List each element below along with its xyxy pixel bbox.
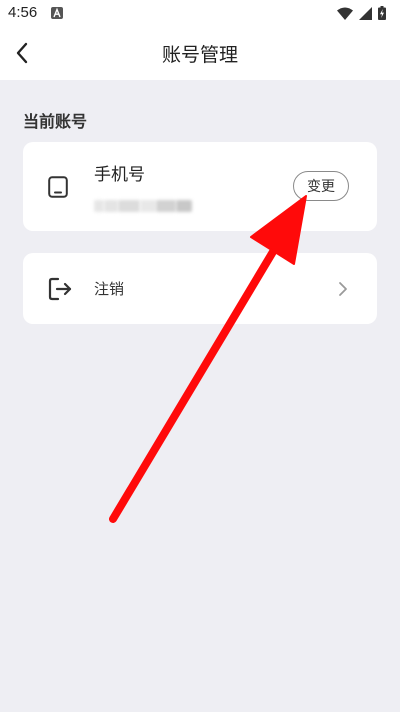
signal-icon [359,6,372,20]
logout-icon [48,277,72,301]
a-notification-icon [51,7,63,19]
change-phone-button[interactable]: 变更 [293,171,349,201]
battery-charging-icon [378,6,386,20]
page-title: 账号管理 [161,44,238,66]
app-header: 账号管理 [0,26,400,80]
masked-phone-number [94,199,208,213]
phone-label: 手机号 [94,165,145,185]
chevron-right-icon [339,282,347,296]
logout-label: 注销 [94,280,125,298]
section-title: 当前账号 [23,112,88,131]
status-time: 4:56 [8,4,38,21]
phone-icon [48,176,68,198]
annotation-arrow [109,195,307,523]
status-icons [337,6,386,20]
wifi-icon [337,7,353,20]
status-bar: 4:56 [0,0,400,26]
phone-account-card: 手机号 变更 [23,142,377,231]
logout-item[interactable]: 注销 [23,253,377,324]
